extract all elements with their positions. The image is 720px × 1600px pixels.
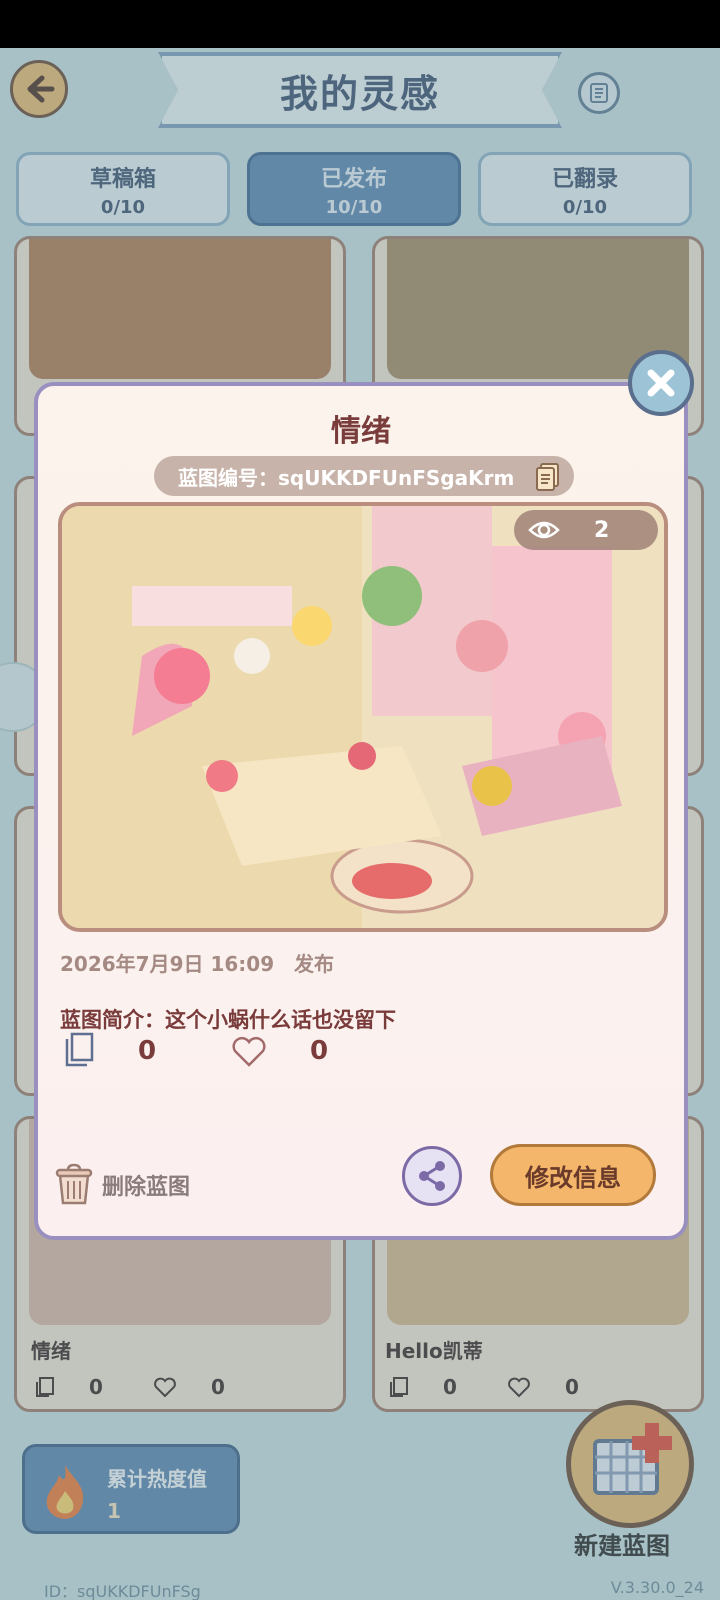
dialog-title: 情绪 bbox=[331, 414, 391, 449]
copy-icon bbox=[65, 1032, 94, 1067]
blueprint-code-pill: 蓝图编号：sqUKKDFUnFSgaKrm bbox=[154, 456, 574, 496]
publish-status: 发布 bbox=[294, 952, 334, 976]
heart-icon[interactable] bbox=[230, 1032, 268, 1070]
blueprint-detail-dialog: 情绪 蓝图编号：sqUKKDFUnFSgaKrm 2 2026年7月9日 16:… bbox=[34, 382, 688, 1240]
blueprint-description: 蓝图简介：这个小蜗什么话也没留下 bbox=[60, 1008, 396, 1032]
eye-icon bbox=[528, 521, 560, 539]
close-icon bbox=[647, 369, 675, 397]
view-count: 2 bbox=[594, 517, 610, 543]
share-icon bbox=[419, 1161, 445, 1191]
publish-date: 2026年7月9日 16:09 bbox=[60, 952, 275, 976]
status-bar bbox=[0, 0, 720, 48]
view-count-pill: 2 bbox=[514, 510, 658, 550]
copy-count: 0 bbox=[138, 1036, 157, 1066]
edit-info-button[interactable]: 修改信息 bbox=[490, 1144, 656, 1206]
trash-icon bbox=[55, 1163, 93, 1205]
delete-label: 删除蓝图 bbox=[102, 1175, 191, 1200]
blueprint-preview-image: 2 bbox=[58, 502, 668, 932]
delete-blueprint-button[interactable]: 删除蓝图 bbox=[54, 1162, 190, 1208]
share-button[interactable] bbox=[402, 1146, 462, 1206]
blueprint-code: 蓝图编号：sqUKKDFUnFSgaKrm bbox=[178, 465, 515, 490]
close-dialog-button[interactable] bbox=[628, 350, 694, 416]
room-illustration bbox=[62, 506, 664, 928]
like-count: 0 bbox=[310, 1036, 329, 1066]
copy-code-icon[interactable] bbox=[532, 460, 564, 492]
edit-info-label: 修改信息 bbox=[525, 1163, 621, 1192]
